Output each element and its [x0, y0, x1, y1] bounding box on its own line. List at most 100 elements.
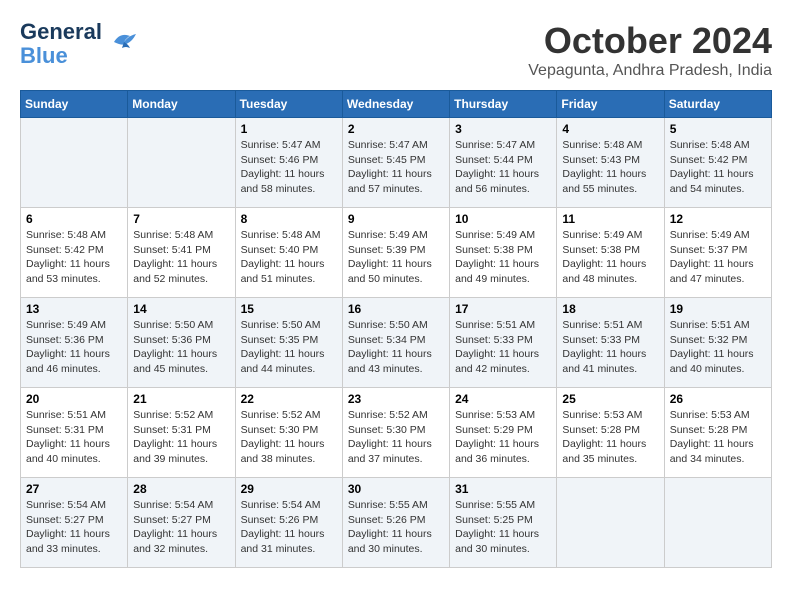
- calendar-cell: 25 Sunrise: 5:53 AMSunset: 5:28 PMDayligh…: [557, 388, 664, 478]
- calendar-cell: 27 Sunrise: 5:54 AMSunset: 5:27 PMDayligh…: [21, 478, 128, 568]
- calendar-cell: 26Sunrise: 5:53 AMSunset: 5:28 PMDayligh…: [664, 388, 771, 478]
- day-info: Sunrise: 5:52 AMSunset: 5:30 PMDaylight:…: [348, 408, 444, 467]
- month-title: October 2024: [528, 20, 772, 62]
- day-info: Sunrise: 5:49 AMSunset: 5:38 PMDaylight:…: [455, 228, 551, 287]
- calendar-cell: 11Sunrise: 5:49 AMSunset: 5:38 PMDayligh…: [557, 208, 664, 298]
- calendar-cell: 7 Sunrise: 5:48 AMSunset: 5:41 PMDaylight…: [128, 208, 235, 298]
- col-header-saturday: Saturday: [664, 91, 771, 118]
- day-info: Sunrise: 5:52 AMSunset: 5:31 PMDaylight:…: [133, 408, 229, 467]
- day-info: Sunrise: 5:49 AMSunset: 5:36 PMDaylight:…: [26, 318, 122, 377]
- header-row: SundayMondayTuesdayWednesdayThursdayFrid…: [21, 91, 772, 118]
- day-info: Sunrise: 5:50 AMSunset: 5:34 PMDaylight:…: [348, 318, 444, 377]
- day-number: 25: [562, 392, 658, 406]
- logo-bird-icon: [106, 28, 138, 61]
- day-number: 20: [26, 392, 122, 406]
- day-number: 10: [455, 212, 551, 226]
- calendar-cell: [21, 118, 128, 208]
- calendar-cell: 2Sunrise: 5:47 AMSunset: 5:45 PMDaylight…: [342, 118, 449, 208]
- day-info: Sunrise: 5:54 AMSunset: 5:26 PMDaylight:…: [241, 498, 337, 557]
- calendar-cell: 21 Sunrise: 5:52 AMSunset: 5:31 PMDayligh…: [128, 388, 235, 478]
- title-section: October 2024 Vepagunta, Andhra Pradesh, …: [528, 20, 772, 80]
- calendar-cell: 3Sunrise: 5:47 AMSunset: 5:44 PMDaylight…: [450, 118, 557, 208]
- calendar-cell: [128, 118, 235, 208]
- day-number: 21: [133, 392, 229, 406]
- calendar-cell: 29 Sunrise: 5:54 AMSunset: 5:26 PMDayligh…: [235, 478, 342, 568]
- day-number: 6: [26, 212, 122, 226]
- day-info: Sunrise: 5:54 AMSunset: 5:27 PMDaylight:…: [26, 498, 122, 557]
- day-info: Sunrise: 5:53 AMSunset: 5:29 PMDaylight:…: [455, 408, 551, 467]
- calendar-cell: [557, 478, 664, 568]
- calendar-cell: 15Sunrise: 5:50 AMSunset: 5:35 PMDayligh…: [235, 298, 342, 388]
- day-info: Sunrise: 5:48 AMSunset: 5:42 PMDaylight:…: [26, 228, 122, 287]
- week-row-5: 27 Sunrise: 5:54 AMSunset: 5:27 PMDayligh…: [21, 478, 772, 568]
- calendar-cell: 6 Sunrise: 5:48 AMSunset: 5:42 PMDaylight…: [21, 208, 128, 298]
- day-number: 31: [455, 482, 551, 496]
- day-info: Sunrise: 5:51 AMSunset: 5:33 PMDaylight:…: [562, 318, 658, 377]
- day-info: Sunrise: 5:47 AMSunset: 5:46 PMDaylight:…: [241, 138, 337, 197]
- day-number: 18: [562, 302, 658, 316]
- day-info: Sunrise: 5:55 AMSunset: 5:26 PMDaylight:…: [348, 498, 444, 557]
- day-number: 3: [455, 122, 551, 136]
- week-row-3: 13 Sunrise: 5:49 AMSunset: 5:36 PMDayligh…: [21, 298, 772, 388]
- col-header-tuesday: Tuesday: [235, 91, 342, 118]
- week-row-2: 6 Sunrise: 5:48 AMSunset: 5:42 PMDaylight…: [21, 208, 772, 298]
- calendar-table: SundayMondayTuesdayWednesdayThursdayFrid…: [20, 90, 772, 568]
- day-number: 29: [241, 482, 337, 496]
- col-header-wednesday: Wednesday: [342, 91, 449, 118]
- calendar-cell: 16 Sunrise: 5:50 AMSunset: 5:34 PMDayligh…: [342, 298, 449, 388]
- page-header: GeneralBlue October 2024 Vepagunta, Andh…: [20, 20, 772, 80]
- calendar-cell: 18 Sunrise: 5:51 AMSunset: 5:33 PMDayligh…: [557, 298, 664, 388]
- calendar-cell: 9 Sunrise: 5:49 AMSunset: 5:39 PMDaylight…: [342, 208, 449, 298]
- logo: GeneralBlue: [20, 20, 138, 68]
- logo-text: GeneralBlue: [20, 20, 102, 68]
- week-row-4: 20 Sunrise: 5:51 AMSunset: 5:31 PMDayligh…: [21, 388, 772, 478]
- calendar-cell: 4 Sunrise: 5:48 AMSunset: 5:43 PMDaylight…: [557, 118, 664, 208]
- day-number: 13: [26, 302, 122, 316]
- day-info: Sunrise: 5:49 AMSunset: 5:39 PMDaylight:…: [348, 228, 444, 287]
- col-header-sunday: Sunday: [21, 91, 128, 118]
- calendar-cell: 13 Sunrise: 5:49 AMSunset: 5:36 PMDayligh…: [21, 298, 128, 388]
- day-info: Sunrise: 5:53 AMSunset: 5:28 PMDaylight:…: [562, 408, 658, 467]
- day-number: 1: [241, 122, 337, 136]
- calendar-cell: 24 Sunrise: 5:53 AMSunset: 5:29 PMDayligh…: [450, 388, 557, 478]
- day-info: Sunrise: 5:52 AMSunset: 5:30 PMDaylight:…: [241, 408, 337, 467]
- day-number: 4: [562, 122, 658, 136]
- calendar-cell: 17 Sunrise: 5:51 AMSunset: 5:33 PMDayligh…: [450, 298, 557, 388]
- day-number: 24: [455, 392, 551, 406]
- day-info: Sunrise: 5:49 AMSunset: 5:37 PMDaylight:…: [670, 228, 766, 287]
- calendar-cell: [664, 478, 771, 568]
- day-info: Sunrise: 5:50 AMSunset: 5:35 PMDaylight:…: [241, 318, 337, 377]
- day-info: Sunrise: 5:50 AMSunset: 5:36 PMDaylight:…: [133, 318, 229, 377]
- col-header-friday: Friday: [557, 91, 664, 118]
- day-info: Sunrise: 5:49 AMSunset: 5:38 PMDaylight:…: [562, 228, 658, 287]
- day-number: 16: [348, 302, 444, 316]
- week-row-1: 1 Sunrise: 5:47 AMSunset: 5:46 PMDaylight…: [21, 118, 772, 208]
- calendar-cell: 23Sunrise: 5:52 AMSunset: 5:30 PMDayligh…: [342, 388, 449, 478]
- day-number: 26: [670, 392, 766, 406]
- col-header-thursday: Thursday: [450, 91, 557, 118]
- day-number: 14: [133, 302, 229, 316]
- calendar-cell: 10 Sunrise: 5:49 AMSunset: 5:38 PMDayligh…: [450, 208, 557, 298]
- day-number: 9: [348, 212, 444, 226]
- day-number: 30: [348, 482, 444, 496]
- day-info: Sunrise: 5:51 AMSunset: 5:31 PMDaylight:…: [26, 408, 122, 467]
- calendar-cell: 12Sunrise: 5:49 AMSunset: 5:37 PMDayligh…: [664, 208, 771, 298]
- calendar-cell: 22Sunrise: 5:52 AMSunset: 5:30 PMDayligh…: [235, 388, 342, 478]
- day-info: Sunrise: 5:48 AMSunset: 5:41 PMDaylight:…: [133, 228, 229, 287]
- day-info: Sunrise: 5:51 AMSunset: 5:33 PMDaylight:…: [455, 318, 551, 377]
- calendar-cell: 20 Sunrise: 5:51 AMSunset: 5:31 PMDayligh…: [21, 388, 128, 478]
- day-info: Sunrise: 5:51 AMSunset: 5:32 PMDaylight:…: [670, 318, 766, 377]
- day-info: Sunrise: 5:55 AMSunset: 5:25 PMDaylight:…: [455, 498, 551, 557]
- day-number: 27: [26, 482, 122, 496]
- calendar-cell: 14 Sunrise: 5:50 AMSunset: 5:36 PMDayligh…: [128, 298, 235, 388]
- location: Vepagunta, Andhra Pradesh, India: [528, 62, 772, 80]
- day-number: 28: [133, 482, 229, 496]
- day-info: Sunrise: 5:48 AMSunset: 5:43 PMDaylight:…: [562, 138, 658, 197]
- day-number: 8: [241, 212, 337, 226]
- day-number: 17: [455, 302, 551, 316]
- calendar-cell: 1 Sunrise: 5:47 AMSunset: 5:46 PMDaylight…: [235, 118, 342, 208]
- day-number: 7: [133, 212, 229, 226]
- col-header-monday: Monday: [128, 91, 235, 118]
- calendar-cell: 19Sunrise: 5:51 AMSunset: 5:32 PMDayligh…: [664, 298, 771, 388]
- calendar-cell: 31 Sunrise: 5:55 AMSunset: 5:25 PMDayligh…: [450, 478, 557, 568]
